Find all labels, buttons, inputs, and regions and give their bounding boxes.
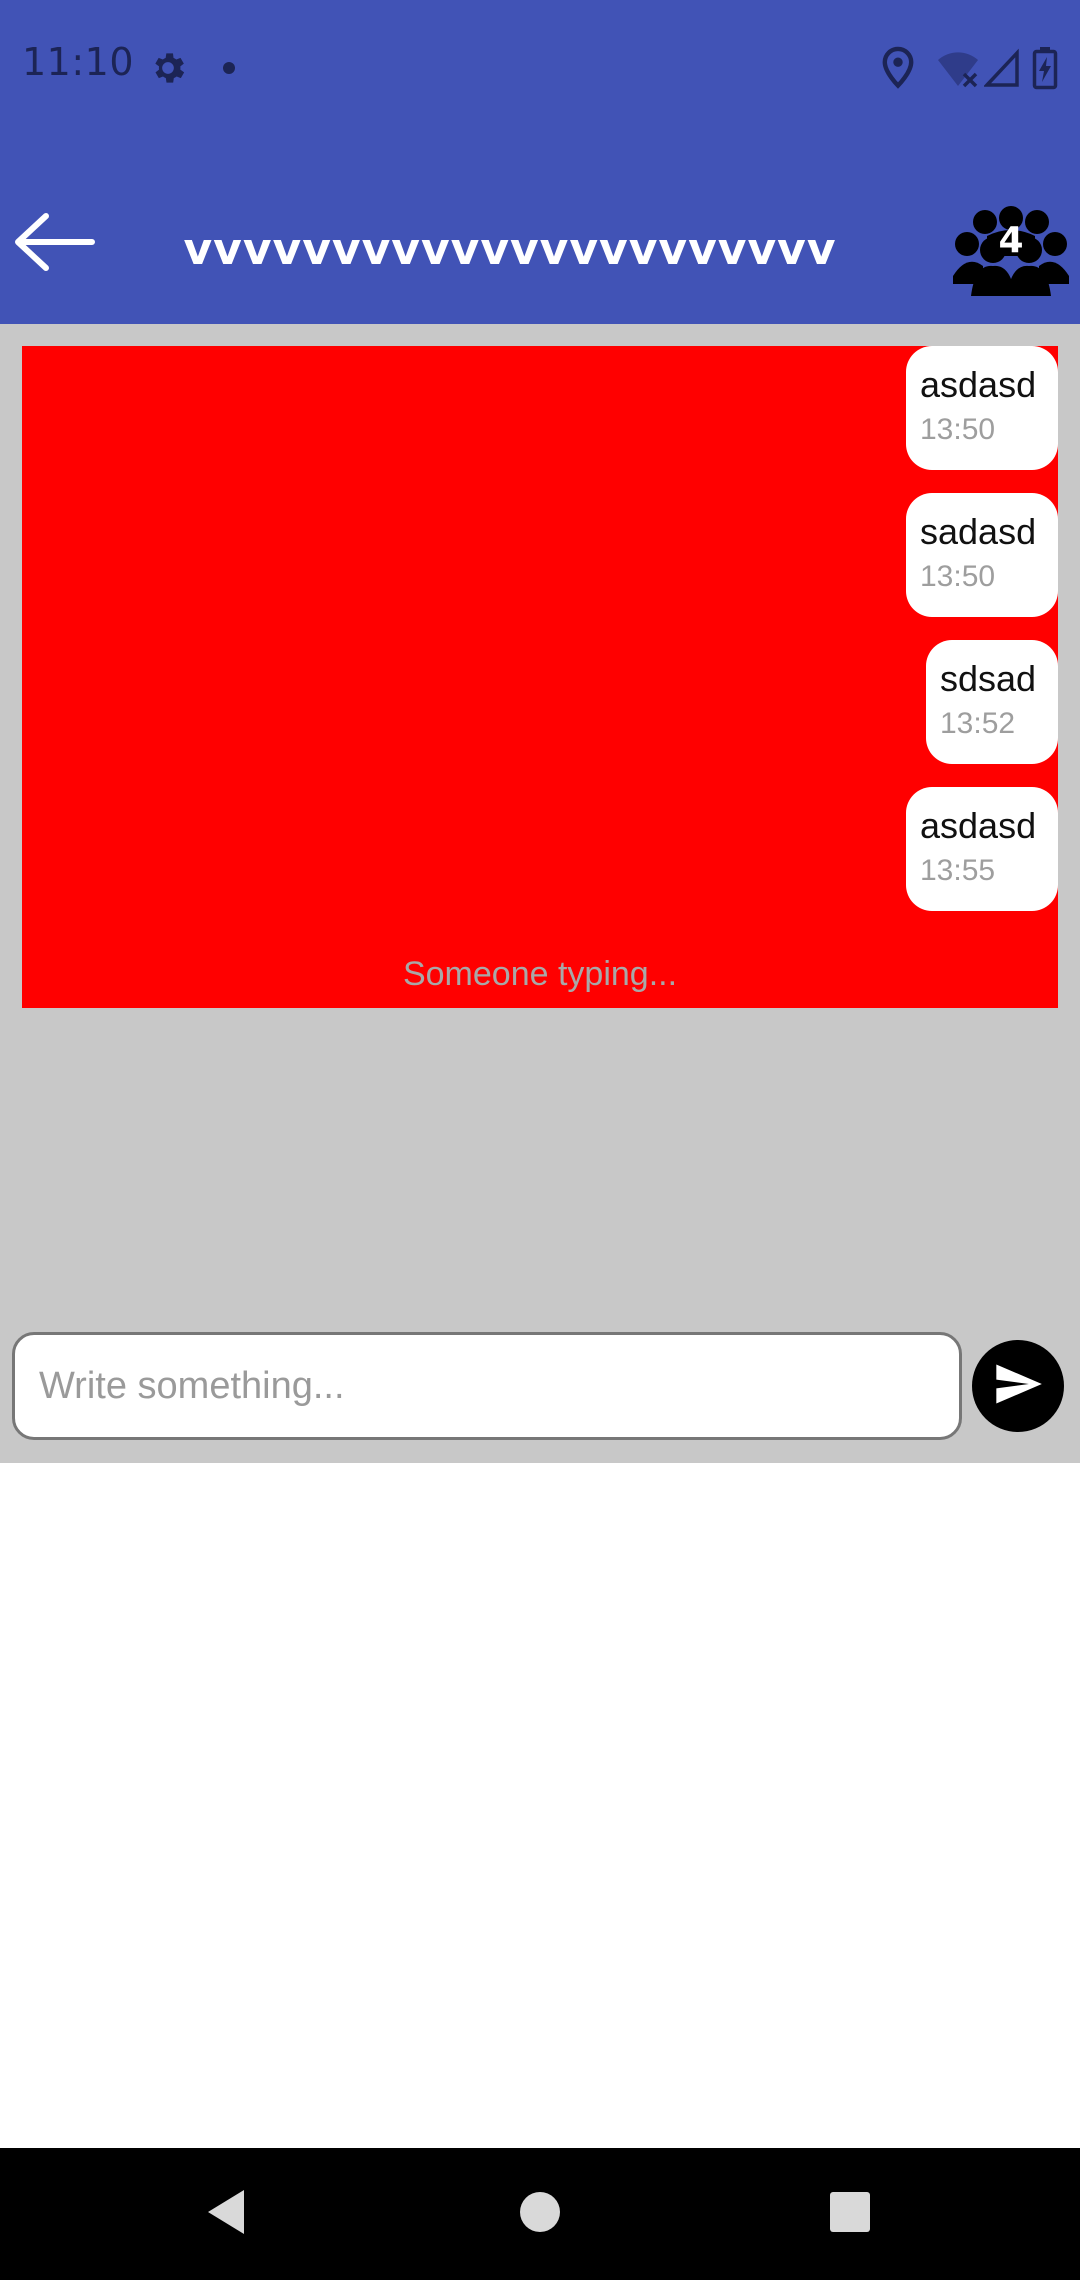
message-bubble[interactable]: asdasd 13:55 bbox=[906, 787, 1058, 911]
message-text: sadasd bbox=[920, 511, 1037, 552]
system-nav-bar bbox=[0, 2148, 1080, 2280]
message-time: 13:50 bbox=[920, 560, 996, 593]
chat-screen: 11:10 vvvvvvvvvvvvvvvvvvvvvv 4 asdasd 13… bbox=[0, 0, 1080, 2280]
status-bar: 11:10 bbox=[0, 0, 1080, 134]
group-icon bbox=[953, 206, 1069, 304]
cell-signal-icon bbox=[982, 48, 1020, 92]
message-bubble[interactable]: asdasd 13:50 bbox=[906, 346, 1058, 470]
arrow-left-icon bbox=[12, 212, 96, 276]
members-button[interactable]: 4 bbox=[953, 206, 1069, 300]
chat-title: vvvvvvvvvvvvvvvvvvvvvv bbox=[183, 224, 837, 275]
message-input[interactable] bbox=[12, 1332, 962, 1440]
wifi-off-icon bbox=[936, 48, 980, 92]
back-button[interactable] bbox=[8, 204, 100, 284]
message-time: 13:55 bbox=[920, 854, 996, 887]
location-icon bbox=[880, 46, 916, 94]
nav-back-button[interactable] bbox=[190, 2178, 262, 2250]
message-text: sdsad bbox=[940, 658, 1037, 699]
settings-icon bbox=[148, 48, 188, 92]
send-button[interactable] bbox=[972, 1340, 1064, 1432]
nav-home-button[interactable] bbox=[504, 2178, 576, 2250]
messages-panel[interactable]: asdasd 13:50 sadasd 13:50 sdsad 13:52 as… bbox=[22, 346, 1058, 1008]
message-bubble[interactable]: sadasd 13:50 bbox=[906, 493, 1058, 617]
message-bubble[interactable]: sdsad 13:52 bbox=[926, 640, 1058, 764]
message-text: asdasd bbox=[920, 805, 1037, 846]
battery-charging-icon bbox=[1032, 46, 1058, 94]
message-time: 13:52 bbox=[940, 707, 1016, 740]
message-text: asdasd bbox=[920, 364, 1037, 405]
typing-indicator: Someone typing... bbox=[402, 955, 678, 993]
chat-content: asdasd 13:50 sadasd 13:50 sdsad 13:52 as… bbox=[0, 324, 1080, 1463]
notification-dot-icon bbox=[222, 60, 236, 79]
app-bar: vvvvvvvvvvvvvvvvvvvvvv 4 bbox=[0, 134, 1080, 324]
recents-square-icon bbox=[828, 2190, 872, 2238]
message-time: 13:50 bbox=[920, 413, 996, 446]
status-time: 11:10 bbox=[22, 40, 135, 84]
back-triangle-icon bbox=[204, 2188, 248, 2240]
members-count: 4 bbox=[998, 220, 1024, 261]
home-circle-icon bbox=[518, 2190, 562, 2238]
send-icon bbox=[992, 1358, 1044, 1414]
nav-recents-button[interactable] bbox=[814, 2178, 886, 2250]
